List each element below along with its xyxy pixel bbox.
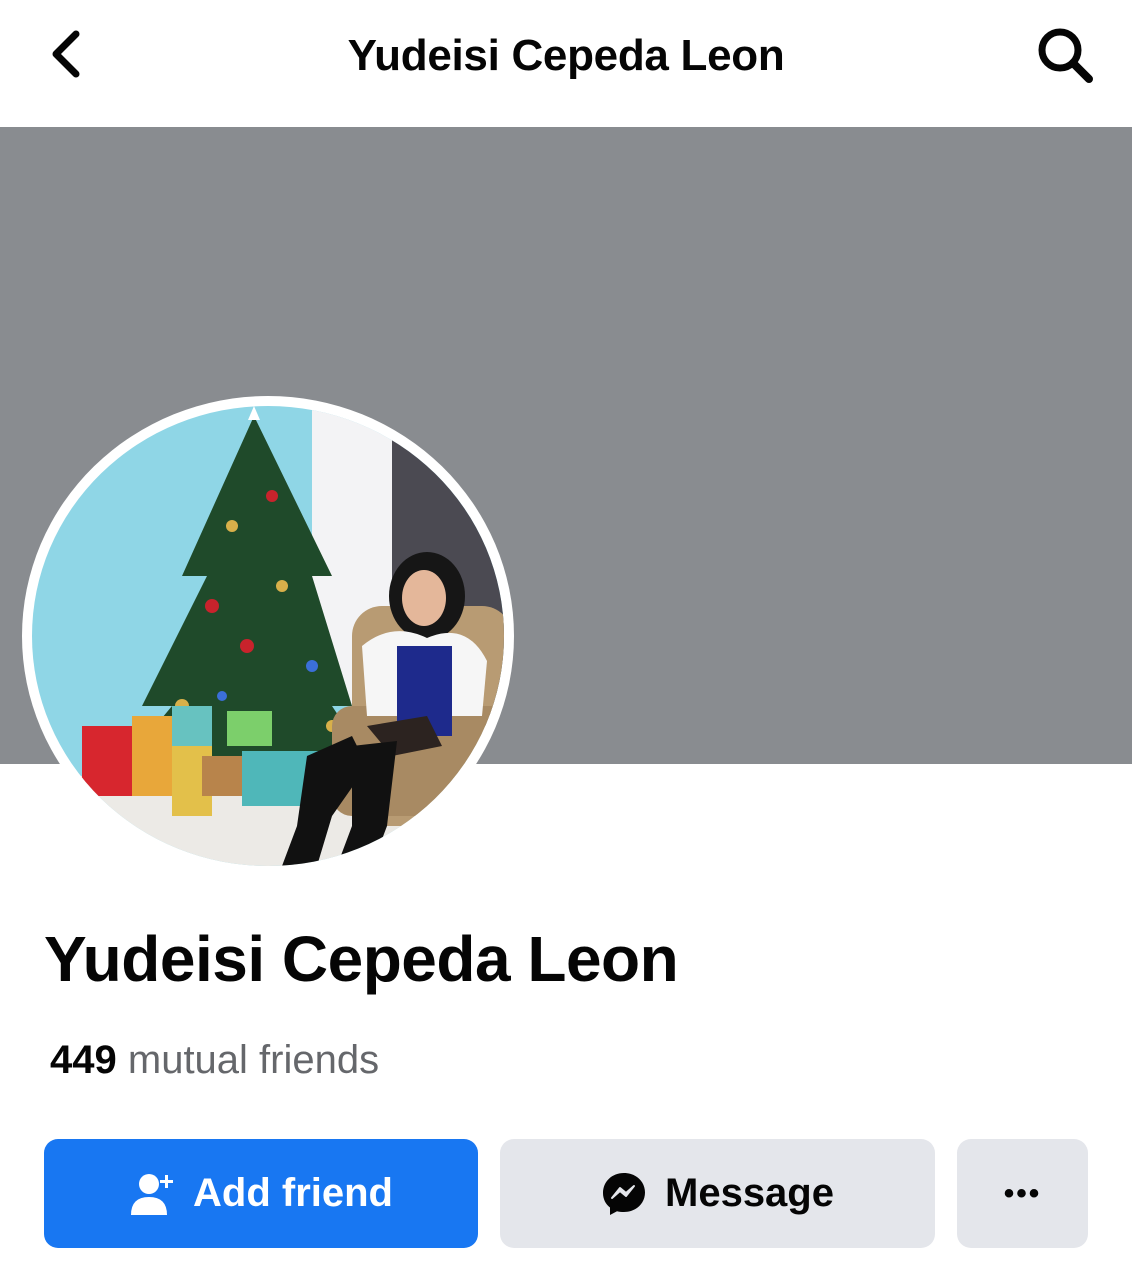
mutual-friends-count: 449 [50,1038,117,1082]
chevron-left-icon [48,30,84,83]
search-button[interactable] [1032,24,1098,90]
profile-picture[interactable] [22,396,514,876]
more-options-button[interactable]: ••• [957,1139,1088,1248]
message-button[interactable]: Message [500,1139,935,1248]
message-label: Message [665,1171,834,1215]
more-dots-icon: ••• [1003,1176,1042,1210]
mutual-friends-label: mutual friends [128,1038,379,1082]
back-button[interactable] [38,26,94,86]
mutual-friends[interactable]: 449 mutual friends [50,1036,379,1084]
add-friend-button[interactable]: Add friend [44,1139,478,1248]
messenger-icon [601,1171,647,1217]
top-bar-title: Yudeisi Cepeda Leon [347,31,785,80]
mutual-friends-label-text: mutual friends [127,1038,380,1082]
top-bar: Yudeisi Cepeda Leon [0,0,1132,127]
profile-photo-image [32,406,504,866]
profile-name: Yudeisi Cepeda Leon [44,923,679,995]
search-icon [1035,25,1095,90]
add-friend-label: Add friend [193,1171,393,1215]
profile-screen: Yudeisi Cepeda Leon Yudeisi Cepeda Leon … [0,0,1132,1280]
person-add-icon [129,1171,175,1217]
